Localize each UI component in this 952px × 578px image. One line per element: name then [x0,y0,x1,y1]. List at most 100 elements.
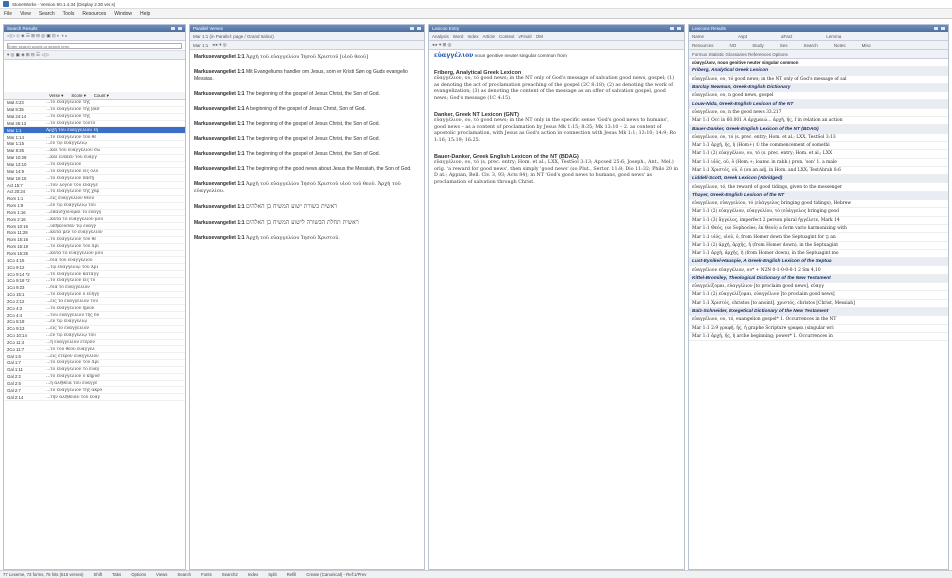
lexicons-subtab[interactable]: Notes [834,43,846,48]
lexicon-line[interactable]: Mar 1:1 υἱός, οῦ, ὁ (Hom.+; loanw. in ra… [689,159,948,167]
lexicon-tab[interactable]: OM [536,34,543,39]
result-row[interactable]: Rom 1:16 …ἐπαισχύνομαι τὸ εὐαγγ [4,210,185,217]
lexicon-line[interactable]: εὐαγγελίζομαι, εὐαγγέλιον [to proclaim g… [689,283,948,292]
lexicon-line[interactable]: Mar 1:1 ἀρχή, ῆς, ἡ arche beginning; pow… [689,333,948,342]
lexicon-tab[interactable]: Word [453,34,464,39]
lexicon-tab[interactable]: Index [467,34,478,39]
result-row[interactable]: Gal 1:6 …εἰς ἕτερον εὐαγγέλιον [4,353,185,361]
col-verse[interactable]: Verse ▾ [49,93,63,99]
result-row[interactable]: Mar 14:9 …τὸ εὐαγγέλιον εἰς ὅλο [4,168,185,176]
result-row[interactable]: Gal 2:5 …ἡ ἀλήθεια τοῦ εὐαγγε [4,381,185,388]
lexicon-title[interactable]: Liddell-Scott, Greek Lexicon (Abridged) [689,175,948,184]
nav-icons[interactable]: ◂ ▸ ▾ ◎ [212,42,226,48]
result-row[interactable]: Mar 8:35 …καὶ τοῦ εὐαγγελίου σώ [4,148,185,155]
lexicon-title[interactable]: Thayer, Greek-English Lexicon of the NT [689,191,948,201]
search-input[interactable] [7,43,182,49]
tab-parallel[interactable]: Mar 1:1 (in Parallel: page / Grand Itali… [193,34,274,39]
result-row[interactable]: Rom 11:28 …κατὰ μὲν τὸ εὐαγγέλιον [4,230,185,237]
menu-search[interactable]: Search [39,11,55,17]
lexicons-tab[interactable]: Name [692,34,704,39]
lexicon-line[interactable]: εὐαγγέλιον, ου, n good news, gospel [689,92,948,101]
lexicons-tab[interactable]: Lemma [826,34,841,39]
result-row[interactable]: Gal 2:7 …τὸ εὐαγγέλιον τῆς ἀκρο [4,387,185,395]
verse-label[interactable]: Markusevangeliet 1:1 [194,106,245,112]
result-row[interactable]: 2Co 2:12 …εἰς τὸ εὐαγγέλιον τοῦ [4,298,185,306]
lexicon-title[interactable]: Barclay Newman, Greek-English Dictionary [689,83,948,93]
lexicon-line[interactable]: Mar 1:1 ἀρχή, ἀρχῆς, ἡ (from Homer down)… [689,250,948,259]
verse-label[interactable]: Markusevangeliet 1:1 [194,136,245,142]
lexicon-title[interactable]: Lust-Eynikel-Hauspie, A Greek-English Le… [689,258,948,267]
result-row[interactable]: Act 20:24 …τὸ εὐαγγέλιον τῆς χάρ [4,189,185,196]
status-item[interactable]: Refill [287,572,297,577]
status-item[interactable]: Index [248,572,259,577]
close-icon[interactable] [178,27,182,30]
status-item[interactable]: Split [268,572,276,577]
result-row[interactable]: Rom 15:16 …τὸ εὐαγγέλιον τοῦ θε [4,237,185,244]
lexicon-tab[interactable]: Article [482,34,495,39]
result-row[interactable]: Mat 4:23 …τὸ εὐαγγέλιον τῆς [4,100,185,107]
book-ref[interactable]: Mar 1:1 [193,43,208,48]
status-item[interactable]: Shift [94,572,103,577]
lexicons-tab[interactable]: aFact [781,34,792,39]
status-item[interactable]: Create (Canonical) - Ref:1/Prev [306,572,366,577]
result-row[interactable]: Rom 15:19 …τὸ εὐαγγέλιον τοῦ Χρι [4,244,185,251]
verse-label[interactable]: Markusevangeliet 1:1 [194,181,245,187]
result-row[interactable]: 1Co 4:15 …διὰ τοῦ εὐαγγελίου [4,257,185,265]
lexicon-line[interactable]: Mar 1:1 (2) ἀρχή, ἀρχῆς, ἡ (from Homer d… [689,242,948,250]
minimize-icon[interactable] [410,27,414,30]
result-row[interactable]: Gal 2:2 …τὸ εὐαγγέλιον ὃ κηρύσ [4,374,185,381]
lexicon-line[interactable]: Mar 1:1 (2) εὐαγγελίζομαι, εὐαγγέλιον [t… [689,291,948,300]
verse-label[interactable]: Markusevangeliet 1:1 [194,69,245,75]
lexicon-line[interactable]: Mar 1:1 (3) ἄγγελος, imperfect 2 person … [689,217,948,225]
menu-view[interactable]: View [20,11,31,17]
lexicon-title[interactable]: Friberg, Analytical Greek Lexicon [689,67,948,76]
col-count[interactable]: Count ▾ [94,93,109,99]
lexicon-line[interactable]: Mar 1:1 (2) εὐαγγέλιον, εὐαγγελίου, τό (… [689,208,948,217]
result-row[interactable]: 2Co 11:7 …τὸ τοῦ θεοῦ εὐαγγέλ [4,346,185,354]
close-icon[interactable] [677,27,681,30]
lexicon-line[interactable]: Mar 1:1 ἀρχή, ῆς, ἡ (Hom+) ① the commenc… [689,142,948,151]
col-score[interactable]: Score ▾ [71,93,86,99]
result-row[interactable]: 2Co 4:3 …τὸ εὐαγγέλιον ἡμῶν [4,305,185,313]
result-row[interactable]: 1Co 9:23 …διὰ τὸ εὐαγγέλιον [4,285,185,292]
lexicons-subtab[interactable]: Resources [692,43,714,48]
status-item[interactable]: Search2 [222,572,238,577]
menu-tools[interactable]: Tools [63,11,75,17]
result-row[interactable]: Mar 13:10 …τὸ εὐαγγέλιον [4,162,185,169]
result-row[interactable]: 2Co 8:18 …ἐν τῷ εὐαγγελίῳ [4,319,185,326]
lexicons-subtab[interactable]: Search [804,43,818,48]
result-row[interactable]: Mar 16:15 …τὸ εὐαγγέλιον πάσῃ [4,175,185,183]
result-row[interactable]: Mar 10:29 …καὶ ἕνεκεν τοῦ εὐαγγ [4,155,185,162]
lexicon-line[interactable]: εὐαγγέλιον, ου, τό, euangelion gospel* 1… [689,316,948,325]
minimize-icon[interactable] [171,27,175,30]
lexicons-tab[interactable]: Aspt [738,34,747,39]
lexicon-line[interactable]: εὐαγγέλιον εὐαγγέλιον, ου* + N2N 0-1-0-0… [689,266,948,275]
status-item[interactable]: Fonts [201,572,212,577]
verse-label[interactable]: Markusevangeliet 1:1 [194,151,245,157]
verse-label[interactable]: Markusevangeliet 1:1 [194,121,245,127]
lexicon-tab[interactable]: Context [499,34,515,39]
filter-text[interactable]: Formus Statistic Glossaries References O… [692,52,788,57]
verse-label[interactable]: Markusevangeliet 1:1 [194,204,245,210]
result-row[interactable]: Mat 9:35 …τὸ εὐαγγέλιον τῆς βασ [4,107,185,114]
result-row[interactable]: Mat 26:13 …τὸ εὐαγγέλιον τοῦτο [4,121,185,128]
result-row[interactable]: Rom 16:25 …κατὰ τὸ εὐαγγέλιόν μου [4,251,185,258]
verse-label[interactable]: Markusevangeliet 1:1 [194,235,245,241]
lexicons-subtab[interactable]: Ses [780,43,788,48]
lexicon-line[interactable]: Mar 1:1 Θεός, (so Sophocles; ἐκ Θεοῦ) a … [689,225,948,234]
result-row[interactable]: 1Co 9:12 …τῷ εὐαγγελίῳ τοῦ Χρι [4,264,185,272]
result-row[interactable]: Mar 1:15 …ἐν τῷ εὐαγγελίῳ [4,141,185,148]
status-item[interactable]: Search [177,572,191,577]
lexicon-line[interactable]: Mar 1:1 (2) εὐαγγέλιον, ου, τό (s. prec.… [689,150,948,159]
lexicon-title[interactable]: Kittel-Bromiley, Theological Dictionary … [689,274,948,284]
result-row[interactable]: Act 15:7 …τὸν λόγον τοῦ εὐαγγε [4,182,185,189]
result-row[interactable]: 1Co 15:1 …τὸ εὐαγγέλιον ὃ εὐηγγ [4,292,185,299]
status-item[interactable]: Options [131,572,146,577]
verse-label[interactable]: Markusevangeliet 1:1 [194,220,245,226]
lexicon-line[interactable]: εὐαγγέλιον, ου, n the good news 33.217 [689,109,948,118]
result-row[interactable]: Mat 24:14 …τὸ εὐαγγέλιον τῆς [4,114,185,121]
lexicon-line[interactable]: εὐαγγέλιον, ου, τό (s. prec. entry; Hom.… [689,134,948,142]
menu-help[interactable]: Help [140,11,150,17]
lexicon-title[interactable]: Louw-Nida, Greek-English Lexicon of the … [689,100,948,109]
lexicon-line[interactable]: Mar 1:1 Χριστός, οῦ, ὁ (on an adj. in Ho… [689,167,948,176]
